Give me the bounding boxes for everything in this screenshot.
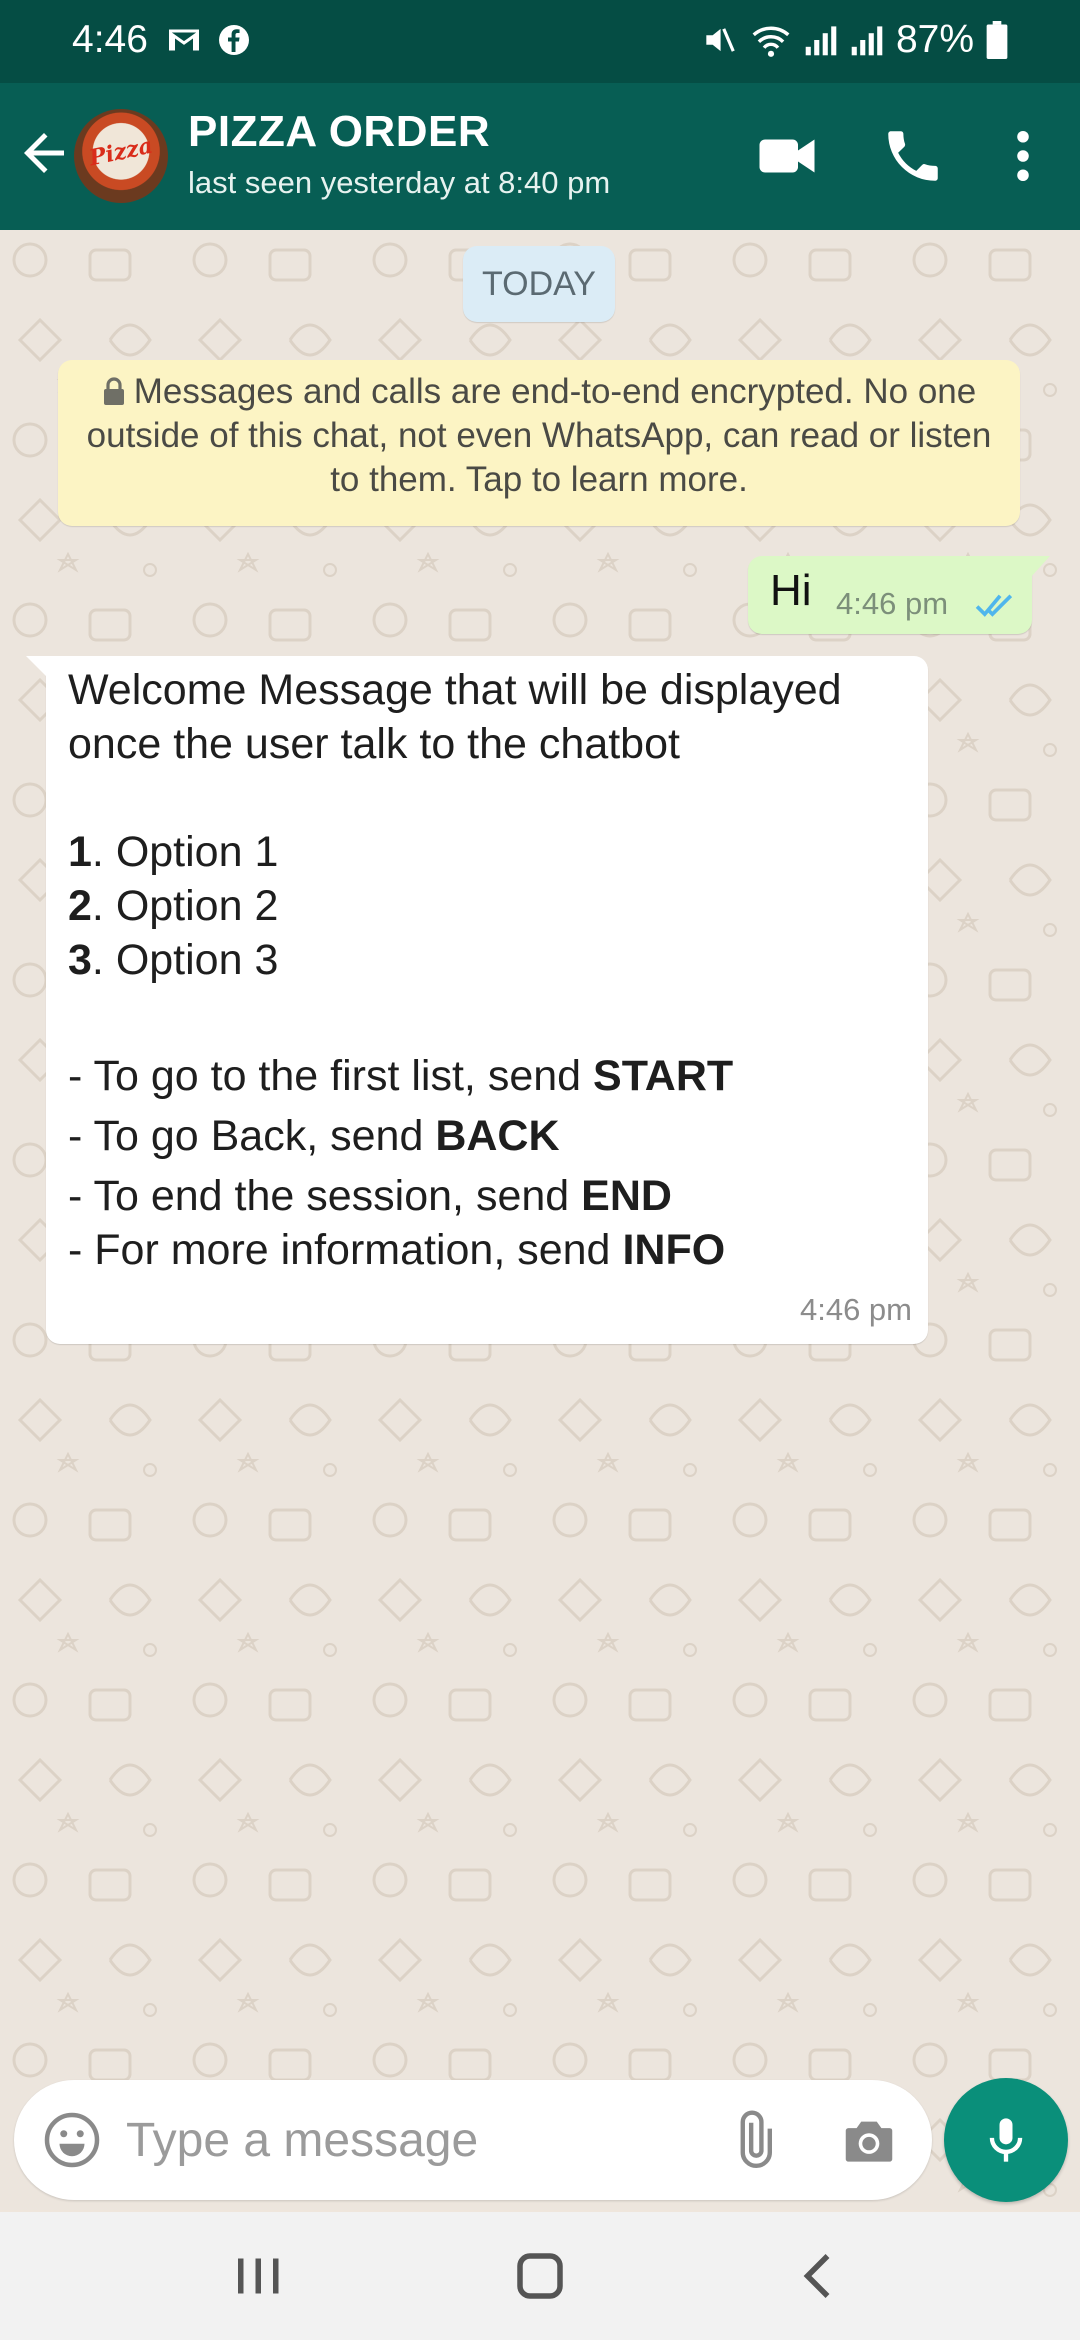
encryption-notice-text: Messages and calls are end-to-end encryp… [86,372,992,499]
option-item: 2. Option 2 [68,882,278,931]
more-options-icon[interactable] [990,123,1056,189]
command-keyword: INFO [622,1226,726,1274]
status-bar: 4:46 87% [0,0,1080,83]
read-receipt-icon [975,594,1013,617]
option-label: . Option 3 [91,936,279,984]
command-item: - To go Back, send BACK [68,1112,560,1161]
battery-icon [986,21,1008,59]
incoming-message[interactable]: Welcome Message that will be displayed o… [26,656,928,1344]
voice-message-button[interactable] [944,2078,1068,2202]
status-time: 4:46 [72,18,148,61]
back-arrow-icon[interactable] [14,123,74,183]
bubble-tail [1030,556,1050,578]
avatar-logo: Pizza [86,132,156,172]
command-prefix: - To go Back, send [68,1112,436,1160]
message-time: 4:46 pm [836,586,949,621]
command-keyword: END [581,1172,672,1220]
wifi-icon [752,26,790,57]
facebook-icon [219,25,249,55]
signal-icon [851,26,883,56]
option-number: 3 [68,936,92,984]
option-number: 2 [68,882,92,930]
emoji-icon[interactable] [42,2110,102,2170]
system-navigation-bar [0,2212,1080,2340]
video-call-icon[interactable] [754,123,820,189]
message-composer [14,2080,932,2200]
battery-percent: 87% [895,18,974,61]
back-nav-icon[interactable] [790,2246,850,2306]
command-prefix: - To end the session, send [68,1172,582,1220]
option-number: 1 [68,828,92,876]
gmail-icon [169,29,199,51]
bubble-tail [26,656,48,678]
message-line: once the user talk to the chatbot [68,720,680,768]
command-item: - To end the session, send END [68,1172,672,1221]
voice-call-icon[interactable] [880,123,946,189]
mute-icon [706,28,735,52]
home-icon[interactable] [510,2246,570,2306]
chat-header: Pizza PIZZA ORDER last seen yesterday at… [0,83,1080,230]
microphone-icon [989,2118,1023,2162]
avatar[interactable]: Pizza [74,109,168,203]
message-text: Hi [770,566,812,615]
date-separator: TODAY [463,246,615,322]
status-left-icons [166,22,252,58]
last-seen-status: last seen yesterday at 8:40 pm [188,165,611,200]
message-time: 4:46 pm [799,1292,912,1327]
outgoing-message[interactable]: Hi 4:46 pm [748,556,1050,634]
command-keyword: START [593,1052,734,1100]
status-right-icons: 87% [700,18,1008,62]
command-item: - For more information, send INFO [68,1226,725,1275]
option-item: 1. Option 1 [68,828,278,877]
signal-icon [805,26,837,56]
message-line: Welcome Message that will be displayed [68,666,842,714]
camera-icon[interactable] [838,2110,900,2172]
command-keyword: BACK [435,1112,560,1160]
attach-icon[interactable] [722,2110,784,2172]
command-prefix: - To go to the first list, send [68,1052,594,1100]
lock-icon [103,377,124,405]
message-input[interactable] [126,2106,686,2174]
chat-title[interactable]: PIZZA ORDER [188,107,490,157]
option-label: . Option 1 [91,828,279,876]
chat-area[interactable]: TODAY Messages and calls are end-to-end … [0,230,1080,2210]
option-item: 3. Option 3 [68,936,278,985]
command-item: - To go to the first list, send START [68,1052,733,1101]
recent-apps-icon[interactable] [228,2246,288,2306]
command-prefix: - For more information, send [68,1226,623,1274]
encryption-notice[interactable]: Messages and calls are end-to-end encryp… [58,360,1020,526]
option-label: . Option 2 [91,882,279,930]
